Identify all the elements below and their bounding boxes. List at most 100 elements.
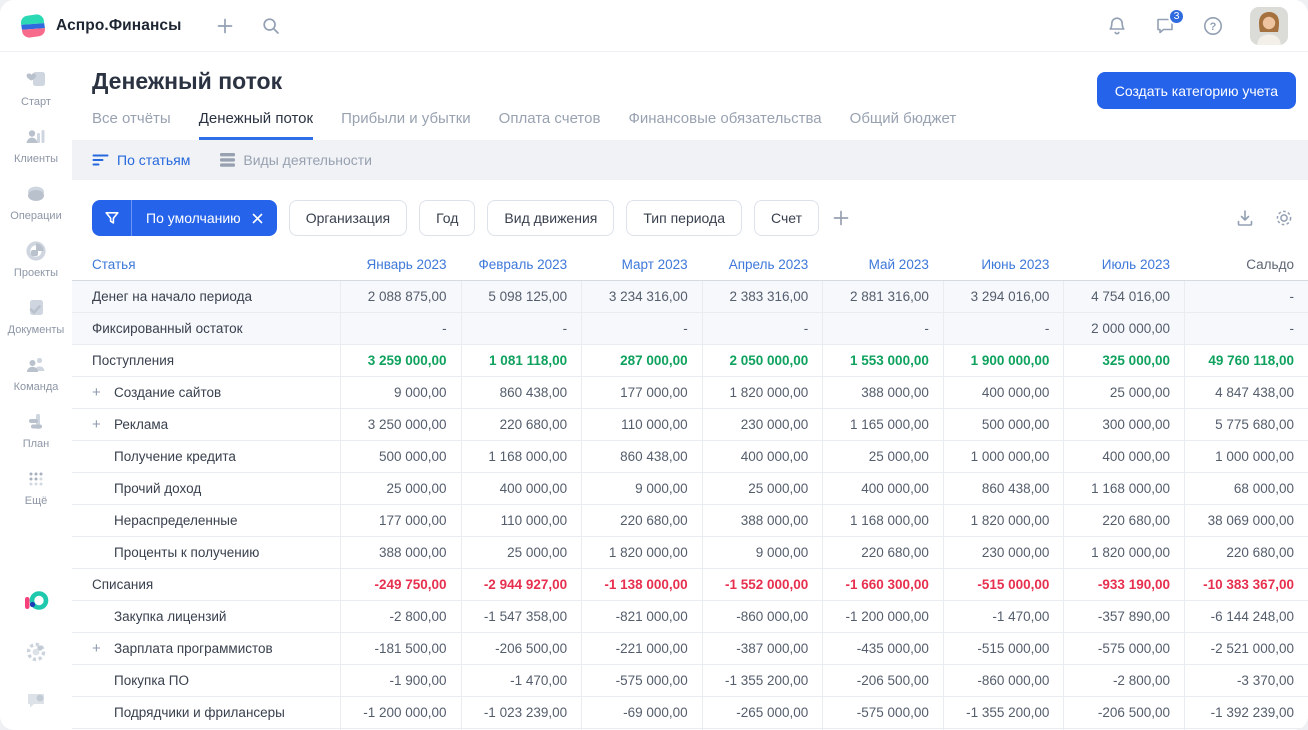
quick-add-button[interactable] — [215, 16, 235, 36]
cell-value: -860 000,00 — [701, 601, 823, 632]
download-icon[interactable] — [1235, 208, 1255, 228]
table-row: Подрядчики и фрилансеры -1 200 000,00 -1 0… — [72, 697, 1308, 729]
sidebar-item-2[interactable]: Клиенты — [0, 125, 72, 165]
filter-chip-1[interactable]: Организация — [288, 200, 408, 236]
topbar: Аспро.Финансы 3 ? — [0, 0, 1308, 52]
expand-row-icon[interactable]: + — [92, 640, 114, 657]
expand-row-icon[interactable]: + — [92, 384, 114, 401]
cell-value: 1 820 000,00 — [701, 377, 823, 408]
cell-value: -515 000,00 — [942, 569, 1064, 600]
filter-chip-2[interactable]: Год — [419, 200, 476, 236]
column-header-7[interactable]: Июль 2023 — [1063, 249, 1184, 280]
cell-value: -2 944 927,00 — [460, 569, 582, 600]
cell-value: -1 138 000,00 — [581, 569, 702, 600]
cell-value: 400 000,00 — [1063, 441, 1184, 472]
row-label-cell: + Создание сайтов — [72, 377, 340, 408]
row-label-cell: Денег на начало периода — [72, 281, 340, 312]
tab-4[interactable]: Оплата счетов — [499, 110, 601, 140]
cell-value: 2 088 875,00 — [340, 281, 461, 312]
gear-icon[interactable] — [1274, 208, 1294, 228]
cell-value: 1 900 000,00 — [942, 345, 1064, 376]
cell-value: - — [942, 313, 1064, 344]
column-header-5[interactable]: Май 2023 — [822, 249, 943, 280]
column-header-1[interactable]: Январь 2023 — [340, 249, 461, 280]
column-header-8[interactable]: Сальдо — [1184, 249, 1308, 280]
row-label-cell: Фиксированный остаток — [72, 313, 340, 344]
cell-value: 5 098 125,00 — [460, 281, 582, 312]
row-label: Денег на начало периода — [92, 289, 252, 304]
start-icon — [24, 68, 48, 92]
more-icon — [24, 467, 48, 491]
user-avatar[interactable] — [1250, 6, 1288, 45]
clients-icon — [24, 125, 48, 149]
row-label: Реклама — [114, 417, 169, 432]
table-row: + Реклама 3 250 000,00 220 680,00 110 000,00… — [72, 409, 1308, 441]
row-label: Покупка ПО — [114, 673, 189, 688]
help-icon[interactable]: ? — [1202, 15, 1224, 37]
funnel-icon — [92, 200, 132, 236]
cell-value: -387 000,00 — [701, 633, 823, 664]
cell-value: 860 438,00 — [942, 473, 1064, 504]
cell-value: 388 000,00 — [822, 377, 943, 408]
column-header-2[interactable]: Февраль 2023 — [461, 249, 582, 280]
cell-value: 2 000 000,00 — [1063, 313, 1184, 344]
brand[interactable]: Аспро.Финансы — [20, 13, 181, 39]
cell-value: -1 200 000,00 — [822, 601, 943, 632]
operations-icon — [24, 182, 48, 206]
cell-value: 1 553 000,00 — [822, 345, 943, 376]
column-header-4[interactable]: Апрель 2023 — [702, 249, 823, 280]
cell-saldo: 38 069 000,00 — [1183, 505, 1308, 536]
tab-3[interactable]: Прибыли и убытки — [341, 110, 471, 140]
cell-value: 3 294 016,00 — [942, 281, 1064, 312]
cell-value: -1 470,00 — [460, 665, 582, 696]
cell-value: 1 168 000,00 — [460, 441, 582, 472]
cell-value: 400 000,00 — [460, 473, 582, 504]
row-label: Подрядчики и фрилансеры — [114, 705, 285, 720]
active-filter[interactable]: По умолчанию — [92, 200, 277, 236]
sidebar-item-1[interactable]: Старт — [0, 68, 72, 108]
subtab-1[interactable]: По статьям — [92, 152, 190, 168]
aspro-color-icon[interactable] — [22, 588, 50, 616]
table-row: Поступления 3 259 000,00 1 081 118,00 287 0… — [72, 345, 1308, 377]
filter-chip-4[interactable]: Тип периода — [626, 200, 742, 236]
filter-chip-5[interactable]: Счет — [754, 200, 819, 236]
feedback-icon[interactable] — [24, 688, 48, 712]
create-category-button[interactable]: Создать категорию учета — [1096, 72, 1296, 109]
add-filter-icon[interactable] — [831, 208, 851, 228]
sidebar-item-6[interactable]: Команда — [0, 353, 72, 393]
cell-value: 110 000,00 — [581, 409, 702, 440]
sidebar-item-7[interactable]: План — [0, 410, 72, 450]
tab-6[interactable]: Общий бюджет — [850, 110, 957, 140]
subtab-2[interactable]: Виды деятельности — [220, 152, 372, 168]
column-header-3[interactable]: Март 2023 — [581, 249, 702, 280]
cell-value: -2 800,00 — [1063, 665, 1184, 696]
close-icon[interactable] — [252, 213, 263, 224]
chat-icon[interactable]: 3 — [1154, 7, 1185, 37]
cell-value: 220 680,00 — [460, 409, 582, 440]
cell-value: 230 000,00 — [942, 537, 1064, 568]
tab-2[interactable]: Денежный поток — [198, 110, 314, 140]
cell-value: 388 000,00 — [340, 537, 461, 568]
search-icon[interactable] — [261, 16, 281, 36]
sidebar-item-5[interactable]: Документы — [0, 296, 72, 336]
cell-saldo: 220 680,00 — [1183, 537, 1308, 568]
tab-5[interactable]: Финансовые обязательства — [628, 110, 821, 140]
cell-value: 860 438,00 — [460, 377, 582, 408]
sidebar-item-3[interactable]: Операции — [0, 182, 72, 222]
cell-value: -575 000,00 — [822, 697, 943, 728]
column-header-6[interactable]: Июнь 2023 — [943, 249, 1064, 280]
app-window: Аспро.Финансы 3 ? Старт Клиенты Операции… — [0, 0, 1308, 730]
bell-icon[interactable] — [1106, 15, 1128, 37]
sidebar-item-label: Команда — [13, 381, 59, 393]
cell-value: -265 000,00 — [701, 697, 823, 728]
sidebar-item-4[interactable]: Проекты — [0, 239, 72, 279]
expand-row-icon[interactable]: + — [92, 416, 114, 433]
filter-chip-3[interactable]: Вид движения — [487, 200, 615, 236]
view-subtabs: По статьям Виды деятельности — [72, 140, 1308, 180]
cell-value: -1 660 300,00 — [822, 569, 943, 600]
settings-icon[interactable] — [24, 640, 48, 664]
cell-value: -1 200 000,00 — [340, 697, 461, 728]
tab-1[interactable]: Все отчёты — [92, 110, 171, 140]
cell-value: 2 881 316,00 — [822, 281, 943, 312]
sidebar-item-8[interactable]: Ещё — [0, 467, 72, 507]
